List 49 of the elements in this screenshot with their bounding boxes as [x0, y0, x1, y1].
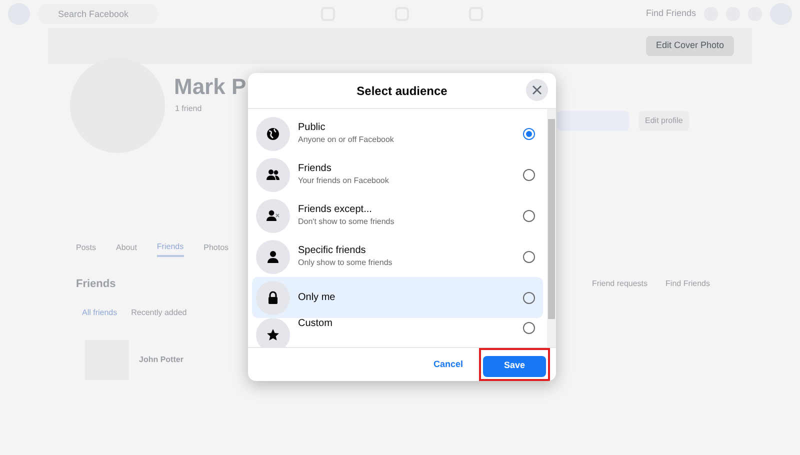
globe-icon	[265, 126, 281, 142]
section-title: Friends	[76, 276, 116, 292]
scrollbar[interactable]	[547, 109, 556, 347]
friends-subtab[interactable]: All friends	[82, 307, 118, 319]
radio-button[interactable]	[523, 210, 535, 222]
profile-tab[interactable]: Photos	[204, 242, 229, 256]
radio-button[interactable]	[523, 250, 535, 262]
friends-subtab[interactable]: Recently added	[131, 307, 187, 319]
audience-option[interactable]: Friends Your friends on Facebook	[252, 154, 543, 195]
audience-option[interactable]: Custom	[252, 318, 543, 347]
story-button[interactable]	[557, 111, 629, 131]
radio-button[interactable]	[523, 128, 535, 140]
radio-button[interactable]	[523, 322, 535, 334]
edit-cover-button[interactable]: Edit Cover Photo	[646, 36, 734, 56]
cancel-button[interactable]: Cancel	[427, 358, 469, 372]
audience-option[interactable]: Only me	[252, 277, 543, 318]
save-button[interactable]: Save	[483, 356, 546, 377]
close-button[interactable]	[526, 79, 548, 101]
star-icon	[265, 327, 281, 343]
option-label: Custom	[298, 318, 334, 330]
nav-link[interactable]: Find Friends	[646, 7, 696, 21]
search-field[interactable]: Search Facebook	[38, 4, 158, 24]
audience-option[interactable]: Specific friends Only show to some friends	[252, 236, 543, 277]
section-link[interactable]: Find Friends	[666, 278, 710, 290]
radio-button[interactable]	[523, 292, 535, 304]
option-description: Your friends on Facebook	[298, 174, 390, 186]
audience-option[interactable]: Public Anyone on or off Facebook	[252, 113, 543, 154]
edit-profile-button[interactable]: Edit profile	[639, 111, 689, 131]
friend-count: 1 friend	[175, 104, 202, 114]
option-description: Anyone on or off Facebook	[298, 134, 395, 146]
friend-name[interactable]: John Potter	[139, 354, 184, 366]
section-link[interactable]: Friend requests	[592, 278, 648, 290]
person-icon	[265, 248, 281, 264]
dialog-title: Select audience	[356, 82, 448, 100]
audience-option[interactable]: Friends except... Don't show to some friends	[252, 195, 543, 236]
option-description: Don't show to some friends	[298, 216, 396, 228]
close-icon	[532, 85, 542, 95]
option-description: Only show to some friends	[298, 256, 394, 268]
person-cross-icon	[265, 208, 281, 224]
profile-tab[interactable]: Posts	[76, 242, 96, 256]
option-label: Public	[298, 122, 326, 134]
profile-tab[interactable]: About	[116, 242, 137, 256]
option-label: Specific friends	[298, 244, 367, 256]
profile-name: Mark P	[174, 74, 246, 100]
option-label: Friends	[298, 162, 332, 174]
option-label: Only me	[298, 292, 336, 304]
option-label: Friends except...	[298, 204, 373, 216]
radio-button[interactable]	[523, 168, 535, 180]
profile-tab[interactable]: Friends	[156, 241, 184, 257]
